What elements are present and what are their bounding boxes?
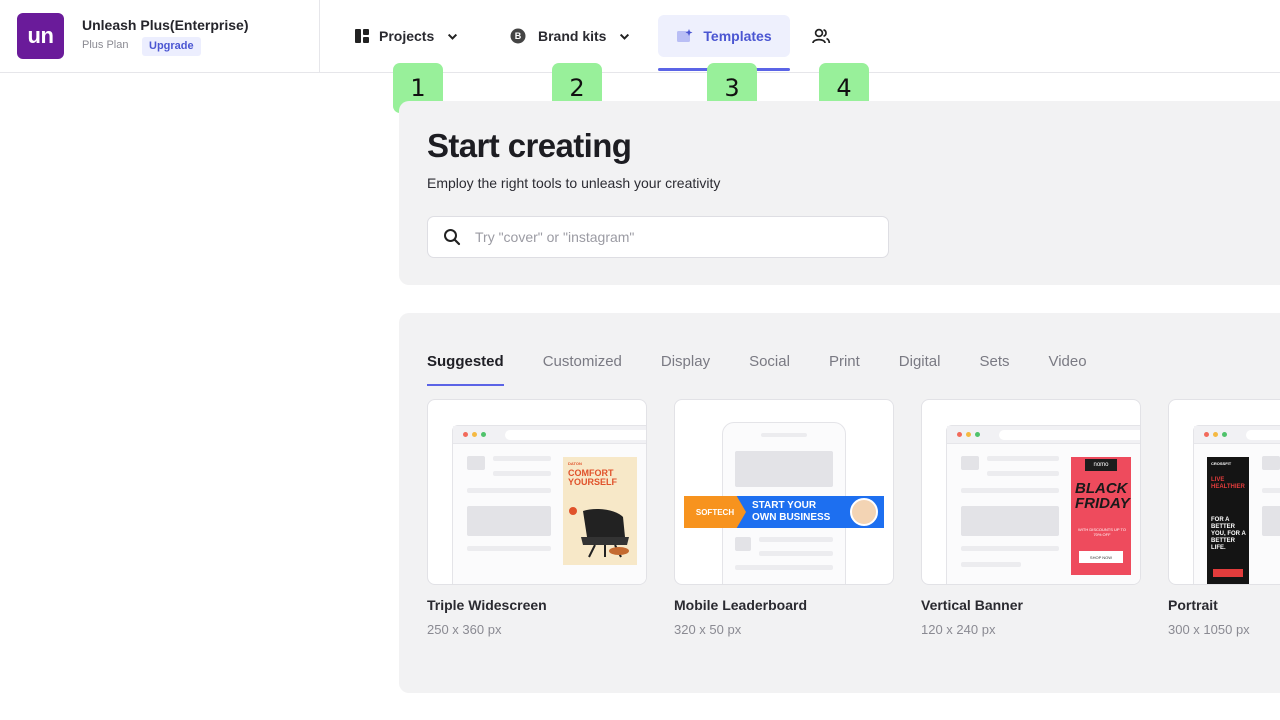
top-bar: un Unleash Plus(Enterprise) Plus Plan Up… [0,0,1280,73]
nav-brand-kits-label: Brand kits [538,28,607,44]
template-card-portrait[interactable]: CROSSFIT LIVE HEALTHIER FOR A BETTER YOU… [1168,399,1280,637]
tab-sets[interactable]: Sets [979,353,1009,386]
template-thumbnail[interactable]: DATON COMFORT YOURSELF [427,399,647,585]
tab-social[interactable]: Social [749,353,790,386]
nav-projects-label: Projects [379,28,435,44]
nav-brand-kits[interactable]: B Brand kits [500,15,640,57]
workspace-logo: un [17,13,64,59]
workspace-switcher[interactable]: un Unleash Plus(Enterprise) Plus Plan Up… [0,0,320,72]
tab-customized[interactable]: Customized [543,353,622,386]
ad-title: LIVE HEALTHIER [1211,477,1245,490]
template-name: Triple Widescreen [427,597,547,613]
template-card-triple-widescreen[interactable]: DATON COMFORT YOURSELF Triple Widescreen… [427,399,647,637]
ad-title: COMFORT YOURSELF [568,468,618,487]
template-card-mobile-leaderboard[interactable]: SOFTECH START YOUR OWN BUSINESS Mobile L… [674,399,894,637]
search-box[interactable] [427,216,889,258]
upgrade-button[interactable]: Upgrade [142,37,201,56]
brand-kit-badge: B [514,31,522,41]
nav-templates-label: Templates [703,28,772,44]
ad-title: BLACK FRIDAY [1075,480,1130,512]
ad-brand: DATON [568,461,582,466]
template-card-vertical-banner[interactable]: nomo BLACK FRIDAY WITH DISCOUNTS UP TO 7… [921,399,1141,637]
template-size: 320 x 50 px [674,622,742,637]
chevron-down-icon [620,33,630,40]
tab-print[interactable]: Print [829,353,860,386]
nav-team[interactable] [806,15,836,57]
template-size: 120 x 240 px [921,622,996,637]
ad-preview-black-friday: nomo BLACK FRIDAY WITH DISCOUNTS UP TO 7… [1071,457,1131,575]
ad-subtitle: WITH DISCOUNTS UP TO 70% OFF [1077,527,1126,537]
start-creating-section: Start creating Employ the right tools to… [399,101,1280,285]
template-thumbnail[interactable]: CROSSFIT LIVE HEALTHIER FOR A BETTER YOU… [1168,399,1280,585]
tab-digital[interactable]: Digital [899,353,941,386]
ad-preview-softech: SOFTECH START YOUR OWN BUSINESS [684,496,884,528]
ad-preview-comfort: DATON COMFORT YOURSELF [563,457,637,565]
ad-subtitle: FOR A BETTER YOU, FOR A BETTER LIFE. [1211,517,1246,551]
tab-display[interactable]: Display [661,353,710,386]
layout-icon [355,29,369,43]
template-size: 250 x 360 px [427,622,502,637]
person-photo [850,498,878,526]
chevron-down-icon [448,33,458,40]
templates-panel: Suggested Customized Display Social Prin… [399,313,1280,693]
category-tabs: Suggested Customized Display Social Prin… [427,353,1126,386]
page-subtitle: Employ the right tools to unleash your c… [427,175,721,191]
chair-icon [581,509,629,558]
search-input[interactable] [475,229,855,245]
workspace-name: Unleash Plus(Enterprise) [82,17,249,33]
page-title: Start creating [427,127,632,164]
ad-button: SHOP NOW [1079,551,1123,563]
template-name: Mobile Leaderboard [674,597,808,613]
template-name: Portrait [1168,597,1218,613]
ad-brand: SOFTECH [684,496,746,528]
ad-title: START YOUR OWN BUSINESS [752,500,831,523]
search-icon [444,229,461,246]
tab-suggested[interactable]: Suggested [427,353,504,386]
users-icon [812,28,831,44]
nav-templates[interactable]: Templates [658,15,790,57]
plan-name: Plus Plan [82,39,129,51]
template-thumbnail[interactable]: nomo BLACK FRIDAY WITH DISCOUNTS UP TO 7… [921,399,1141,585]
template-size: 300 x 1050 px [1168,622,1250,637]
template-thumbnail[interactable]: SOFTECH START YOUR OWN BUSINESS [674,399,894,585]
ad-preview-crossfit: CROSSFIT LIVE HEALTHIER FOR A BETTER YOU… [1207,457,1249,584]
templates-icon [677,29,693,42]
nav-projects[interactable]: Projects [344,15,468,57]
ad-brand: nomo [1085,459,1117,471]
template-name: Vertical Banner [921,597,1023,613]
tab-video[interactable]: Video [1048,353,1086,386]
ad-brand: CROSSFIT [1211,461,1232,466]
